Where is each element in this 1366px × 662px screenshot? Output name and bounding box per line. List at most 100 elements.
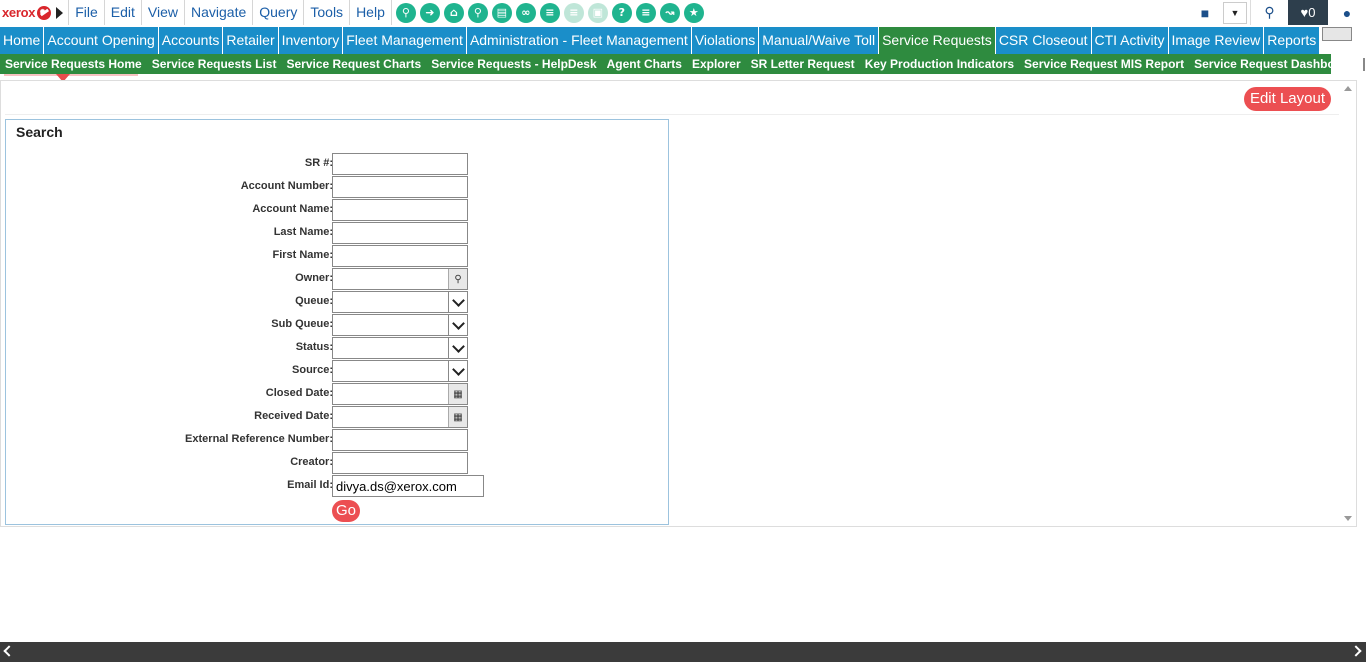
owner-label: Owner:	[295, 272, 333, 284]
nav-accounts[interactable]: Accounts	[158, 27, 224, 54]
chevron-down-icon[interactable]	[448, 315, 467, 335]
chevron-down-icon[interactable]: ▼	[1223, 1, 1247, 24]
xerox-logo: xerox	[0, 0, 68, 25]
status-label: Status:	[295, 341, 333, 353]
app-window: xerox File Edit View Navigate Query Tool…	[0, 0, 1366, 662]
form-row-owner: Owner: ⚲	[6, 268, 666, 291]
menu-file[interactable]: File	[68, 0, 105, 25]
subnav-explorer[interactable]: Explorer	[687, 54, 746, 74]
content-area: Edit Layout Search SR #: Account Number:…	[0, 80, 1357, 527]
subnav-service-requests-helpdesk[interactable]: Service Requests - HelpDesk	[426, 54, 601, 74]
subnav-sr-dashboard[interactable]: Service Request Dashboard	[1189, 54, 1358, 74]
chevron-down-icon[interactable]	[448, 361, 467, 381]
sr-number-input[interactable]	[332, 153, 468, 175]
scroll-up-icon[interactable]	[1344, 86, 1352, 91]
vertical-scrollbar[interactable]	[1340, 81, 1356, 526]
key-icon[interactable]: ⚲	[467, 2, 488, 23]
top-menu-bar: xerox File Edit View Navigate Query Tool…	[0, 0, 1366, 25]
sub-nav: Service Requests Home Service Requests L…	[0, 54, 1365, 74]
expand-arrow-icon[interactable]	[56, 6, 64, 19]
home-icon[interactable]: ⌂	[443, 2, 464, 23]
account-name-input[interactable]	[332, 199, 468, 221]
last-name-input[interactable]	[332, 222, 468, 244]
nav-overflow-button[interactable]	[1322, 27, 1353, 41]
go-icon[interactable]: ➜	[419, 2, 440, 23]
user-icon[interactable]: ●	[1328, 0, 1366, 25]
subnav-service-request-charts[interactable]: Service Request Charts	[281, 54, 426, 74]
subnav-service-requests-home[interactable]: Service Requests Home	[0, 54, 147, 74]
form-row-status: Status:	[6, 337, 666, 360]
menu-tools[interactable]: Tools	[304, 0, 351, 25]
creator-label: Creator:	[290, 456, 333, 468]
main-nav: Home Account Opening Accounts Retailer I…	[0, 27, 1353, 54]
account-number-label: Account Number:	[240, 180, 333, 192]
received-date-label: Received Date:	[254, 410, 333, 422]
owner-lookup-icon[interactable]: ⚲	[448, 269, 467, 289]
search-panel-title: Search	[16, 124, 63, 140]
nav-manual-waive-toll[interactable]: Manual/Waive Toll	[759, 27, 880, 54]
edit-layout-button[interactable]: Edit Layout	[1243, 87, 1331, 111]
nav-cti-activity[interactable]: CTI Activity	[1091, 27, 1169, 54]
first-name-input[interactable]	[332, 245, 468, 267]
scroll-down-icon[interactable]	[1344, 516, 1352, 521]
nav-admin-fleet-management[interactable]: Administration - Fleet Management	[466, 27, 692, 54]
notification-badge[interactable]: ♥ 0	[1288, 0, 1328, 25]
notification-count: 0	[1308, 5, 1316, 20]
help-icon[interactable]: ?	[611, 2, 632, 23]
nav-violations[interactable]: Violations	[691, 27, 760, 54]
top-right-controls: ■ ▼ ⚲ ♥ 0 ●	[1190, 0, 1366, 25]
xerox-ball-icon	[37, 5, 52, 20]
print-icon[interactable]: ▣	[587, 2, 608, 23]
nav-retailer[interactable]: Retailer	[223, 27, 279, 54]
form-row-account-name: Account Name:	[6, 199, 666, 222]
subnav-overflow-button[interactable]	[1362, 57, 1365, 71]
list-icon[interactable]: ≡	[539, 2, 560, 23]
chevron-down-icon[interactable]	[448, 338, 467, 358]
notes-icon[interactable]: ≡	[635, 2, 656, 23]
calendar-icon[interactable]: ▦	[448, 384, 467, 404]
clipboard-icon[interactable]: ▤	[491, 2, 512, 23]
external-reference-label: External Reference Number:	[185, 433, 333, 445]
search-icon[interactable]: ⚲	[1250, 0, 1288, 25]
subnav-sr-mis-report[interactable]: Service Request MIS Report	[1019, 54, 1189, 74]
search-icon[interactable]: ⚲	[395, 2, 416, 23]
menu-edit[interactable]: Edit	[105, 0, 142, 25]
menu-query[interactable]: Query	[253, 0, 305, 25]
account-name-label: Account Name:	[252, 203, 333, 215]
nav-home[interactable]: Home	[0, 27, 45, 54]
content-header: Edit Layout	[5, 83, 1339, 115]
go-button[interactable]: Go	[332, 500, 360, 522]
nav-image-review[interactable]: Image Review	[1168, 27, 1265, 54]
nav-account-opening[interactable]: Account Opening	[44, 27, 159, 54]
queue-label: Queue:	[295, 295, 333, 307]
form-row-last-name: Last Name:	[6, 222, 666, 245]
subnav-key-production-indicators[interactable]: Key Production Indicators	[860, 54, 1019, 74]
subnav-sr-letter-request[interactable]: SR Letter Request	[746, 54, 860, 74]
menu-view[interactable]: View	[142, 0, 185, 25]
email-input[interactable]	[332, 475, 484, 497]
scroll-right-icon[interactable]	[1350, 645, 1362, 657]
chat-icon[interactable]: ■	[1190, 0, 1220, 25]
nav-reports[interactable]: Reports	[1264, 27, 1321, 54]
link-icon[interactable]: ∞	[515, 2, 536, 23]
nav-service-requests[interactable]: Service Requests	[879, 27, 996, 54]
horizontal-scrollbar[interactable]	[0, 642, 1366, 662]
menu-help[interactable]: Help	[350, 0, 392, 25]
chart-icon[interactable]: ↝	[659, 2, 680, 23]
subnav-service-requests-list[interactable]: Service Requests List	[147, 54, 282, 74]
calendar-icon[interactable]: ▦	[448, 407, 467, 427]
star-icon[interactable]: ★	[683, 2, 704, 23]
form-row-email: Email Id:	[6, 475, 666, 498]
nav-fleet-management[interactable]: Fleet Management	[343, 27, 467, 54]
scroll-left-icon[interactable]	[3, 645, 15, 657]
creator-input[interactable]	[332, 452, 468, 474]
doc-icon[interactable]: ≡	[563, 2, 584, 23]
chevron-down-icon[interactable]	[448, 292, 467, 312]
nav-inventory[interactable]: Inventory	[278, 27, 344, 54]
closed-date-label: Closed Date:	[265, 387, 333, 399]
external-reference-input[interactable]	[332, 429, 468, 451]
subnav-agent-charts[interactable]: Agent Charts	[602, 54, 687, 74]
nav-csr-closeout[interactable]: CSR Closeout	[995, 27, 1092, 54]
account-number-input[interactable]	[332, 176, 468, 198]
menu-navigate[interactable]: Navigate	[185, 0, 254, 25]
